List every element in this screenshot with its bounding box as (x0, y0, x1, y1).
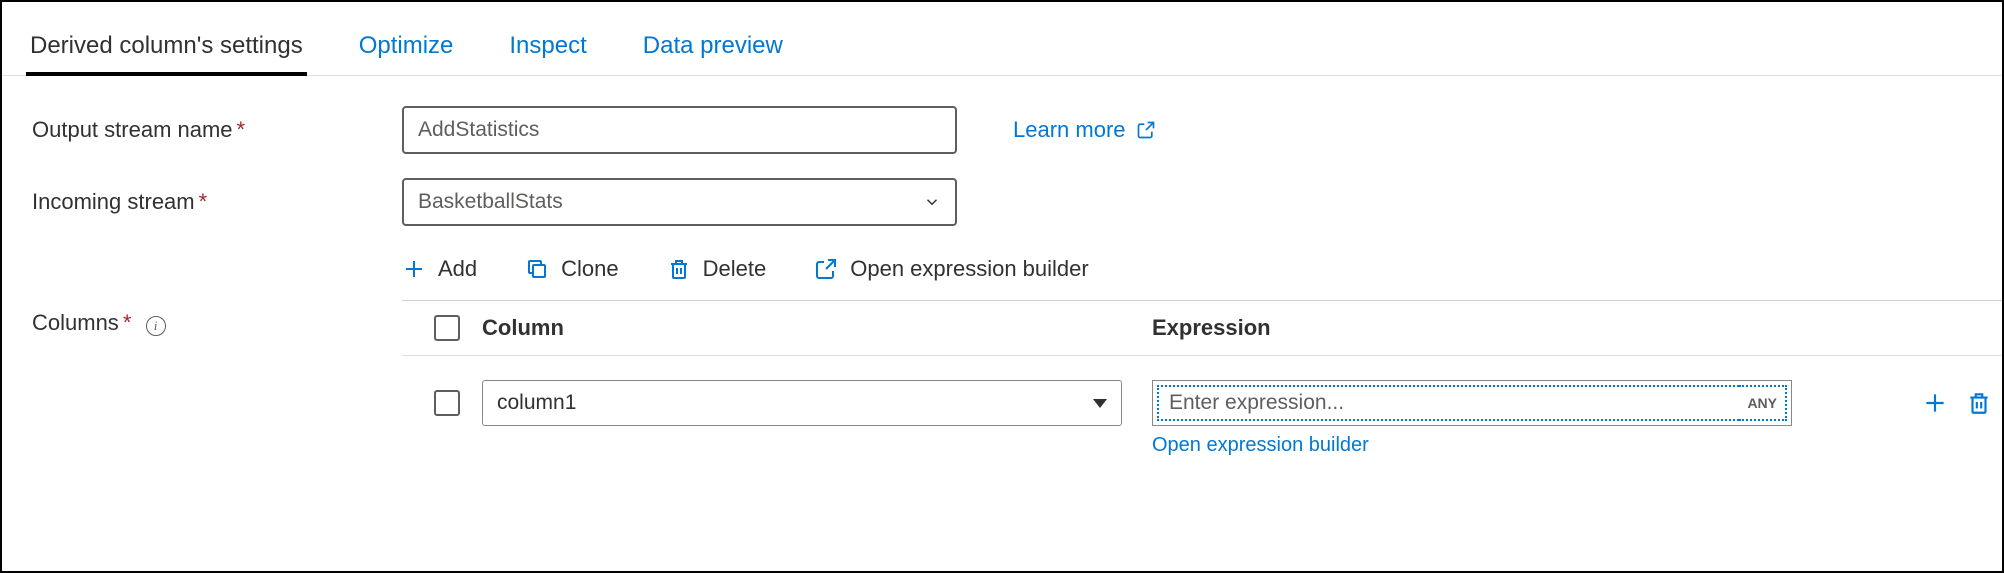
tab-inspect[interactable]: Inspect (505, 22, 590, 76)
learn-more-link[interactable]: Learn more (1013, 117, 1156, 143)
row-checkbox[interactable] (434, 390, 460, 416)
external-link-icon (814, 257, 838, 281)
trash-icon (1966, 390, 1992, 416)
output-stream-label: Output stream name* (32, 117, 402, 143)
delete-row-button[interactable] (1966, 390, 1992, 416)
columns-toolbar: Add Clone Delete Open expression builder (402, 250, 2002, 300)
clone-button[interactable]: Clone (525, 256, 618, 282)
header-column: Column (482, 315, 1152, 341)
caret-down-icon (1093, 399, 1107, 408)
expression-input[interactable]: Enter expression... ANY (1152, 380, 1792, 426)
info-icon[interactable]: i (146, 316, 166, 336)
tab-settings[interactable]: Derived column's settings (26, 22, 307, 76)
columns-label: Columns* i (32, 250, 402, 336)
incoming-stream-label: Incoming stream* (32, 189, 402, 215)
plus-icon (1922, 390, 1948, 416)
tabs-bar: Derived column's settings Optimize Inspe… (2, 2, 2002, 76)
grid-header: Column Expression (402, 300, 2002, 356)
output-stream-input[interactable] (402, 106, 957, 154)
trash-icon (667, 257, 691, 281)
add-row-button[interactable] (1922, 390, 1948, 416)
open-expression-builder-button[interactable]: Open expression builder (814, 256, 1088, 282)
column-name-select[interactable]: column1 (482, 380, 1122, 426)
copy-icon (525, 257, 549, 281)
table-row: column1 Enter expression... ANY Open exp… (402, 356, 2002, 471)
tab-data-preview[interactable]: Data preview (639, 22, 787, 76)
delete-button[interactable]: Delete (667, 256, 767, 282)
type-badge: ANY (1739, 385, 1787, 421)
chevron-down-icon (923, 193, 941, 211)
tab-optimize[interactable]: Optimize (355, 22, 458, 76)
plus-icon (402, 257, 426, 281)
add-button[interactable]: Add (402, 256, 477, 282)
open-expression-builder-link[interactable]: Open expression builder (1152, 434, 1872, 457)
select-all-checkbox[interactable] (434, 315, 460, 341)
derived-column-panel: Derived column's settings Optimize Inspe… (0, 0, 2004, 573)
external-link-icon (1136, 120, 1156, 140)
header-expression: Expression (1152, 315, 1872, 341)
incoming-stream-select[interactable]: BasketballStats (402, 178, 957, 226)
